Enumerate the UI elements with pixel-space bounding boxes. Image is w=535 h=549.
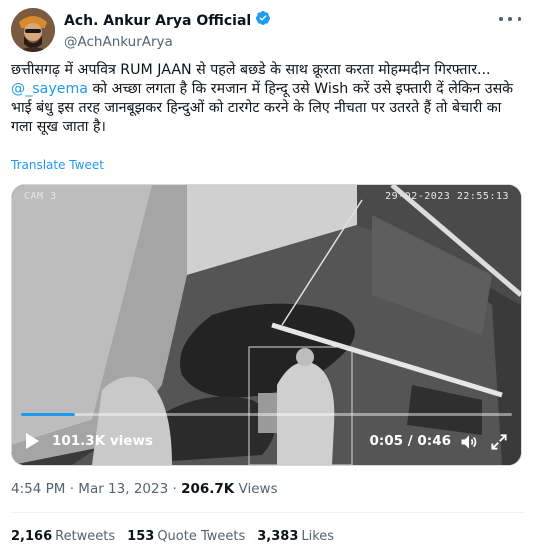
- tweet-line-1: छत्तीसगढ़ में अपवित्र RUM JAAN से पहले ब…: [11, 62, 491, 78]
- video-controls: 101.3K views 0:05 / 0:46: [12, 430, 521, 454]
- quotes-label: Quote Tweets: [157, 529, 246, 544]
- video-player[interactable]: CAM 3 29-02-2023 22:55:13 101.3K views 0…: [11, 184, 522, 466]
- quotes-count: 153: [127, 529, 155, 544]
- meta-separator: ·: [69, 481, 74, 497]
- author-block: Ach. Ankur Arya Official @AchAnkurArya: [64, 10, 271, 51]
- tweet-text: छत्तीसगढ़ में अपवित्र RUM JAAN से पहले ब…: [11, 61, 523, 137]
- retweets-count: 2,166: [11, 529, 53, 544]
- views-count: 206.7K: [181, 481, 235, 497]
- more-options-icon[interactable]: [499, 12, 521, 26]
- video-timestamp: 29-02-2023 22:55:13: [385, 191, 509, 202]
- avatar[interactable]: [11, 8, 55, 52]
- display-name[interactable]: Ach. Ankur Arya Official: [64, 12, 251, 30]
- video-progress-fill: [21, 413, 75, 416]
- verified-badge-icon: [255, 10, 271, 31]
- divider: [11, 512, 524, 513]
- tweet-meta: 4:54 PM · Mar 13, 2023 · 206.7K Views: [11, 481, 278, 497]
- video-progress-bar[interactable]: [21, 413, 512, 416]
- tweet-header: Ach. Ankur Arya Official @AchAnkurArya: [11, 8, 525, 52]
- video-time: 0:05 / 0:46: [369, 433, 452, 449]
- meta-separator: ·: [172, 481, 177, 497]
- likes-stat[interactable]: 3,383 Likes: [257, 529, 334, 544]
- tweet-time[interactable]: 4:54 PM: [11, 481, 65, 497]
- quote-tweets-stat[interactable]: 153 Quote Tweets: [127, 529, 245, 544]
- play-icon[interactable]: [26, 433, 39, 449]
- handle[interactable]: @AchAnkurArya: [64, 33, 271, 51]
- volume-icon[interactable]: [459, 432, 479, 452]
- cam-label: CAM 3: [24, 191, 57, 202]
- retweets-label: Retweets: [55, 529, 116, 544]
- video-views: 101.3K views: [52, 433, 153, 449]
- fullscreen-icon[interactable]: [489, 432, 509, 452]
- retweets-stat[interactable]: 2,166 Retweets: [11, 529, 115, 544]
- likes-count: 3,383: [257, 529, 299, 544]
- likes-label: Likes: [301, 529, 335, 544]
- cctv-frame: [12, 185, 521, 465]
- translate-tweet-link[interactable]: Translate Tweet: [11, 158, 104, 172]
- tweet-date[interactable]: Mar 13, 2023: [78, 481, 168, 497]
- engagement-stats: 2,166 Retweets 153 Quote Tweets 3,383 Likes: [11, 529, 334, 544]
- views-label: Views: [238, 481, 278, 497]
- mention-link[interactable]: @_sayema: [11, 81, 88, 97]
